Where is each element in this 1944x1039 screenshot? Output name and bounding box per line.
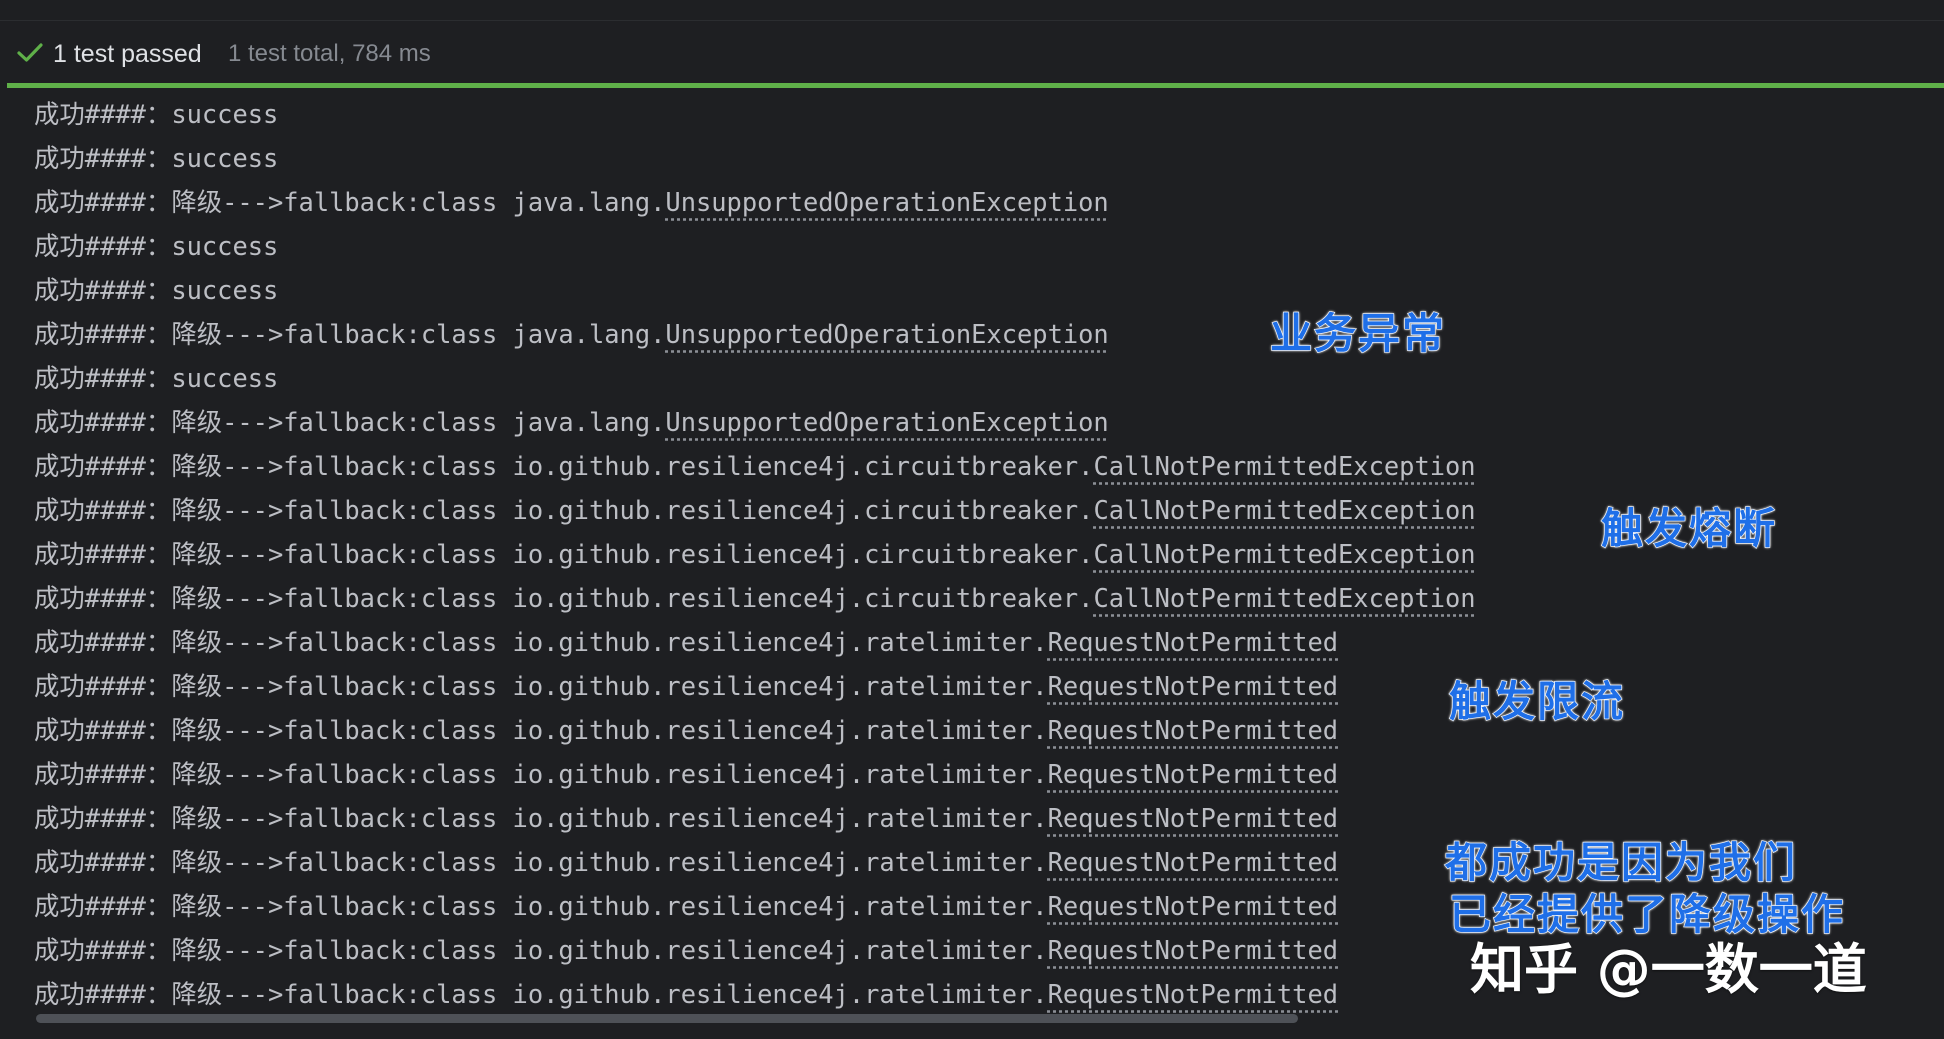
exception-class-link[interactable]: RequestNotPermitted [1048,627,1338,657]
exception-class-link[interactable]: UnsupportedOperationException [665,407,1108,437]
exception-class-link[interactable]: UnsupportedOperationException [665,319,1108,349]
tests-passed-label: 1 test passed [53,40,202,68]
log-text: 成功####：降级--->fallback:class java.lang. [34,319,666,349]
exception-class-link[interactable]: CallNotPermittedException [1093,539,1475,569]
log-line: 成功####：降级--->fallback:class io.github.re… [34,752,1338,796]
log-text: 成功####：success [34,363,279,393]
log-line: 成功####：降级--->fallback:class io.github.re… [34,928,1338,972]
log-line: 成功####：降级--->fallback:class java.lang.Un… [34,400,1109,444]
tests-summary: 1 test total, 784 ms [228,40,431,67]
log-text: 成功####：降级--->fallback:class io.github.re… [34,627,1048,657]
log-text: 成功####：降级--->fallback:class io.github.re… [34,979,1048,1009]
log-line: 成功####：success [34,136,278,180]
log-line: 成功####：降级--->fallback:class io.github.re… [34,664,1338,708]
log-line: 成功####：降级--->fallback:class java.lang.Un… [34,180,1109,224]
check-icon [17,43,43,62]
horizontal-scrollbar[interactable] [36,1014,1298,1023]
log-line: 成功####：降级--->fallback:class io.github.re… [34,620,1338,664]
exception-class-link[interactable]: RequestNotPermitted [1048,935,1338,965]
log-line: 成功####：降级--->fallback:class io.github.re… [34,532,1476,576]
exception-class-link[interactable]: CallNotPermittedException [1093,583,1475,613]
log-text: 成功####：降级--->fallback:class io.github.re… [34,759,1048,789]
watermark: 知乎 @一数一道 [1470,938,1867,1001]
test-status-bar: 1 test passed 1 test total, 784 ms [0,21,1944,84]
log-text: 成功####：success [34,99,279,129]
log-line: 成功####：success [34,224,278,268]
log-text: 成功####：success [34,143,279,173]
log-text: 成功####：降级--->fallback:class io.github.re… [34,891,1048,921]
log-line: 成功####：success [34,92,278,136]
exception-class-link[interactable]: RequestNotPermitted [1048,847,1338,877]
log-line: 成功####：降级--->fallback:class io.github.re… [34,708,1338,752]
log-line: 成功####：success [34,356,278,400]
exception-class-link[interactable]: RequestNotPermitted [1048,715,1338,745]
log-line: 成功####：降级--->fallback:class io.github.re… [34,796,1338,840]
log-line: 成功####：success [34,268,278,312]
annotation-business-exception: 业务异常 [1269,308,1447,358]
annotation-rate-limit: 触发限流 [1448,676,1626,726]
exception-class-link[interactable]: CallNotPermittedException [1093,451,1475,481]
exception-class-link[interactable]: UnsupportedOperationException [665,187,1108,217]
exception-class-link[interactable]: RequestNotPermitted [1048,891,1338,921]
log-line: 成功####：降级--->fallback:class java.lang.Un… [34,312,1109,356]
log-text: 成功####：降级--->fallback:class io.github.re… [34,671,1048,701]
log-line: 成功####：降级--->fallback:class io.github.re… [34,488,1476,532]
log-line: 成功####：降级--->fallback:class io.github.re… [34,444,1476,488]
log-text: 成功####：降级--->fallback:class java.lang. [34,407,666,437]
exception-class-link[interactable]: RequestNotPermitted [1048,979,1338,1009]
log-text: 成功####：success [34,275,279,305]
exception-class-link[interactable]: RequestNotPermitted [1048,803,1338,833]
log-line: 成功####：降级--->fallback:class io.github.re… [34,884,1338,928]
exception-class-link[interactable]: CallNotPermittedException [1093,495,1475,525]
toolbar-strip [0,0,1944,21]
log-text: 成功####：降级--->fallback:class io.github.re… [34,803,1048,833]
log-text: 成功####：success [34,231,279,261]
log-text: 成功####：降级--->fallback:class io.github.re… [34,451,1094,481]
log-text: 成功####：降级--->fallback:class io.github.re… [34,847,1048,877]
annotation-circuit-breaker: 触发熔断 [1600,503,1778,553]
log-text: 成功####：降级--->fallback:class io.github.re… [34,715,1048,745]
exception-class-link[interactable]: RequestNotPermitted [1048,671,1338,701]
log-line: 成功####：降级--->fallback:class io.github.re… [34,840,1338,884]
log-line: 成功####：降级--->fallback:class io.github.re… [34,576,1476,620]
log-text: 成功####：降级--->fallback:class java.lang. [34,187,666,217]
log-line: 成功####：降级--->fallback:class io.github.re… [34,972,1338,1016]
log-text: 成功####：降级--->fallback:class io.github.re… [34,935,1048,965]
log-text: 成功####：降级--->fallback:class io.github.re… [34,495,1094,525]
log-text: 成功####：降级--->fallback:class io.github.re… [34,539,1094,569]
exception-class-link[interactable]: RequestNotPermitted [1048,759,1338,789]
log-text: 成功####：降级--->fallback:class io.github.re… [34,583,1094,613]
